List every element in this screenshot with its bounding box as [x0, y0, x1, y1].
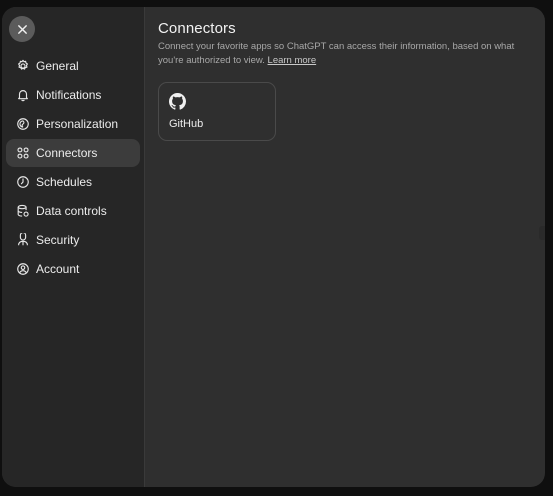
resize-handle [539, 226, 545, 240]
sidebar-item-general[interactable]: General [6, 52, 140, 80]
sidebar-item-account[interactable]: Account [6, 255, 140, 283]
sidebar-item-security[interactable]: Security [6, 226, 140, 254]
sidebar-item-label: General [36, 59, 79, 73]
close-button[interactable] [9, 16, 35, 42]
connector-card-github[interactable]: GitHub [158, 82, 276, 141]
sidebar-item-connectors[interactable]: Connectors [6, 139, 140, 167]
sidebar-item-label: Notifications [36, 88, 102, 102]
settings-nav: General Notifications Personalization Co… [6, 52, 140, 284]
page-description: Connect your favorite apps so ChatGPT ca… [158, 40, 523, 68]
settings-sidebar: General Notifications Personalization Co… [2, 7, 145, 487]
sidebar-item-label: Security [36, 233, 80, 247]
sidebar-item-schedules[interactable]: Schedules [6, 168, 140, 196]
personalization-icon [15, 117, 30, 132]
settings-modal: General Notifications Personalization Co… [2, 7, 545, 487]
connector-card-label: GitHub [169, 118, 204, 130]
sidebar-item-notifications[interactable]: Notifications [6, 81, 140, 109]
description-text: Connect your favorite apps so ChatGPT ca… [158, 41, 515, 66]
database-icon [15, 204, 30, 219]
sidebar-item-label: Data controls [36, 204, 107, 218]
bell-icon [15, 88, 30, 103]
user-icon [15, 262, 30, 277]
learn-more-link[interactable]: Learn more [268, 55, 317, 66]
gear-icon [15, 59, 30, 74]
connectors-panel: Connectors Connect your favorite apps so… [145, 7, 545, 487]
close-icon [17, 24, 27, 34]
page-title: Connectors [158, 20, 236, 37]
github-icon [169, 93, 186, 110]
sidebar-item-label: Schedules [36, 175, 93, 189]
clock-icon [15, 175, 30, 190]
shield-icon [15, 233, 30, 248]
connectors-icon [15, 146, 30, 161]
sidebar-item-data-controls[interactable]: Data controls [6, 197, 140, 225]
sidebar-item-personalization[interactable]: Personalization [6, 110, 140, 138]
sidebar-item-label: Connectors [36, 146, 98, 160]
sidebar-item-label: Account [36, 262, 80, 276]
sidebar-item-label: Personalization [36, 117, 119, 131]
